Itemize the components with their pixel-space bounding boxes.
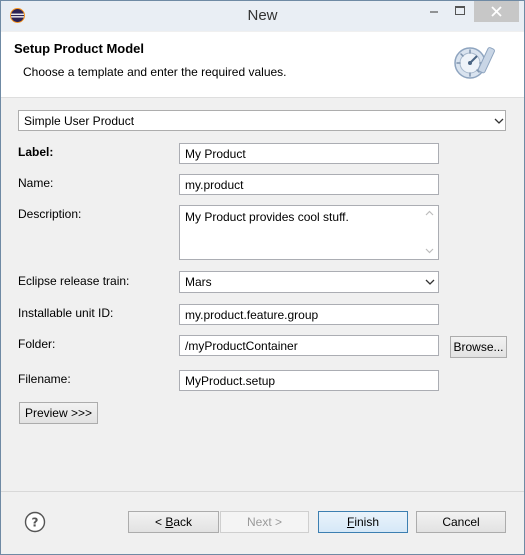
description-textarea[interactable]: My Product provides cool stuff. bbox=[179, 205, 439, 260]
iu-id-input-value: my.product.feature.group bbox=[185, 308, 319, 322]
name-field-label: Name: bbox=[18, 176, 54, 190]
folder-input[interactable]: /myProductContainer bbox=[179, 335, 439, 356]
page-title: Setup Product Model bbox=[14, 41, 144, 56]
folder-label: Folder: bbox=[18, 337, 56, 351]
label-input[interactable]: My Product bbox=[179, 143, 439, 164]
filename-label: Filename: bbox=[18, 372, 71, 386]
template-select[interactable]: Simple User Product bbox=[18, 110, 506, 131]
scroll-down-icon bbox=[425, 248, 434, 254]
name-input-value: my.product bbox=[185, 178, 244, 192]
svg-text:?: ? bbox=[32, 516, 39, 530]
maximize-button[interactable] bbox=[447, 1, 473, 22]
back-button-prefix: < bbox=[154, 515, 166, 529]
back-button[interactable]: < Back bbox=[128, 511, 219, 533]
name-input[interactable]: my.product bbox=[179, 174, 439, 195]
dropdown-arrow-icon bbox=[494, 118, 504, 124]
minimize-button[interactable] bbox=[421, 1, 447, 22]
description-textarea-value: My Product provides cool stuff. bbox=[185, 210, 349, 224]
filename-input-value: MyProduct.setup bbox=[185, 374, 276, 388]
next-button[interactable]: Next > bbox=[220, 511, 309, 533]
minimize-icon bbox=[430, 11, 438, 13]
finish-button[interactable]: Finish bbox=[318, 511, 408, 533]
label-field-label: Label: bbox=[18, 145, 54, 159]
description-field-label: Description: bbox=[18, 207, 82, 221]
preview-button[interactable]: Preview >>> bbox=[19, 402, 98, 424]
release-train-value: Mars bbox=[185, 275, 212, 289]
iu-id-label: Installable unit ID: bbox=[18, 306, 114, 320]
back-button-rest: ack bbox=[173, 515, 193, 529]
dropdown-arrow-icon bbox=[425, 279, 435, 285]
page-description: Choose a template and enter the required… bbox=[23, 65, 287, 79]
maximize-icon bbox=[455, 6, 465, 15]
close-icon bbox=[491, 6, 502, 17]
browse-button[interactable]: Browse... bbox=[450, 336, 507, 358]
folder-input-value: /myProductContainer bbox=[185, 339, 298, 353]
release-train-label: Eclipse release train: bbox=[18, 274, 130, 288]
footer-separator bbox=[1, 491, 524, 492]
wizard-header: Setup Product Model Choose a template an… bbox=[1, 32, 524, 98]
wizard-banner-icon bbox=[454, 47, 495, 79]
description-scrollbar[interactable] bbox=[421, 206, 438, 259]
iu-id-input[interactable]: my.product.feature.group bbox=[179, 304, 439, 325]
release-train-select[interactable]: Mars bbox=[179, 271, 439, 293]
title-bar: New bbox=[1, 1, 524, 31]
close-button[interactable] bbox=[474, 1, 519, 22]
cancel-button[interactable]: Cancel bbox=[416, 511, 506, 533]
help-icon[interactable]: ? bbox=[24, 511, 46, 533]
filename-input[interactable]: MyProduct.setup bbox=[179, 370, 439, 391]
finish-button-rest: inish bbox=[354, 515, 380, 529]
label-input-value: My Product bbox=[185, 147, 246, 161]
scroll-up-icon bbox=[425, 210, 434, 216]
template-select-value: Simple User Product bbox=[24, 114, 135, 128]
new-dialog-window: New Setup Product Model Choose a templat… bbox=[0, 0, 525, 555]
